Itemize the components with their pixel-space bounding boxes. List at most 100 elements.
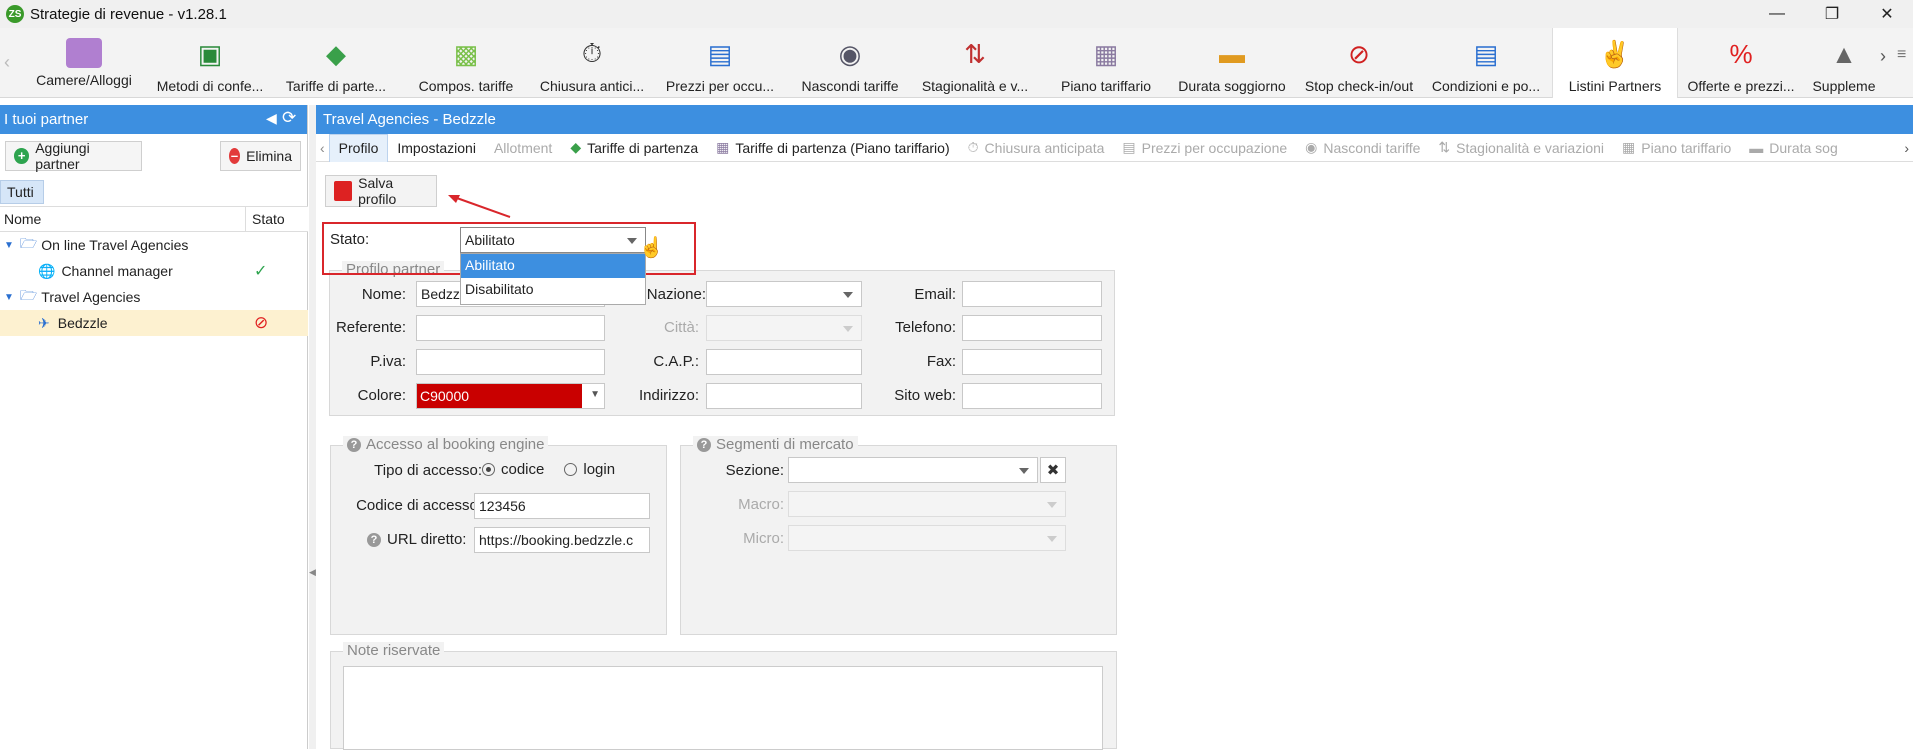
stopwatch-lock-icon: ⏱ bbox=[581, 38, 603, 68]
tab-tariffe-partenza[interactable]: ◆ Tariffe di partenza bbox=[561, 134, 707, 162]
plus-icon: + bbox=[14, 148, 30, 164]
toolbar-camere[interactable]: Camere/Alloggi bbox=[28, 28, 140, 98]
toolbar-stagionalita[interactable]: ⇅ Stagionalità e v... bbox=[918, 28, 1032, 98]
chevron-down-icon[interactable]: ▼ bbox=[590, 389, 600, 400]
tree-item-channel-manager[interactable]: 🌐 Channel manager ✓ bbox=[0, 258, 308, 284]
maximize-button[interactable]: ❐ bbox=[1804, 0, 1860, 28]
status-option-enabled[interactable]: Abilitato bbox=[461, 254, 645, 278]
radio-codice[interactable] bbox=[482, 463, 495, 476]
toolbar-piano-tariffario[interactable]: ▦ Piano tariffario bbox=[1050, 28, 1162, 98]
tree-group-travel-agencies[interactable]: ▼ 🗁 Travel Agencies bbox=[0, 284, 308, 310]
refresh-icon[interactable]: ⟳ bbox=[282, 108, 296, 128]
help-icon[interactable]: ? bbox=[697, 437, 711, 452]
address-field[interactable] bbox=[706, 383, 862, 409]
scroll-left-icon[interactable]: ‹ bbox=[4, 52, 10, 73]
fax-field[interactable] bbox=[962, 349, 1102, 375]
referente-label: Referente: bbox=[335, 319, 406, 336]
tab-tariffe-partenza-piano[interactable]: ▦ Tariffe di partenza (Piano tariffario) bbox=[707, 134, 959, 162]
save-disk-icon bbox=[334, 181, 353, 201]
expand-arrow-icon[interactable]: ▼ bbox=[4, 240, 14, 251]
nation-select[interactable] bbox=[706, 281, 862, 307]
macro-select[interactable] bbox=[788, 491, 1066, 517]
toolbar-stop-checkin[interactable]: ⊘ Stop check-in/out bbox=[1302, 28, 1416, 98]
tab-durata-soggiorno[interactable]: ▬ Durata sog bbox=[1740, 134, 1846, 162]
toolbar-listini-partners[interactable]: ✌ Listini Partners bbox=[1552, 28, 1678, 98]
website-label: Sito web: bbox=[894, 387, 956, 404]
tab-piano-tariffario[interactable]: ▦ Piano tariffario bbox=[1613, 134, 1740, 162]
tab-all[interactable]: Tutti bbox=[0, 180, 44, 204]
toolbar-chiusura[interactable]: ⏱ Chiusura antici... bbox=[536, 28, 648, 98]
notes-fieldset: Note riservate bbox=[330, 642, 1117, 750]
add-partner-button[interactable]: + Aggiungi partner bbox=[5, 140, 142, 172]
direct-url-field[interactable]: https://booking.bedzzle.c bbox=[474, 527, 650, 553]
minimize-button[interactable]: — bbox=[1749, 0, 1805, 28]
tab-impostazioni[interactable]: Impostazioni bbox=[388, 134, 485, 162]
status-option-disabled[interactable]: Disabilitato bbox=[461, 278, 645, 302]
tree-item-bedzzle[interactable]: ✈ Bedzzle ⊘ bbox=[0, 310, 308, 336]
access-code-field[interactable]: 123456 bbox=[474, 493, 650, 519]
save-profile-button[interactable]: Salva profilo bbox=[325, 175, 437, 207]
detail-tabs: ‹ Profilo Impostazioni Allotment ◆ Tariff… bbox=[316, 133, 1913, 162]
section-label: Sezione: bbox=[725, 462, 784, 479]
status-label: Stato: bbox=[330, 231, 370, 248]
tree-group-online[interactable]: ▼ 🗁 On line Travel Agencies bbox=[0, 232, 308, 258]
vat-field[interactable] bbox=[416, 349, 605, 375]
access-type-radios: codice login bbox=[482, 461, 615, 478]
ruler-calendar-icon: ▬ bbox=[1749, 139, 1764, 156]
tabs-scroll-left-icon[interactable]: ‹ bbox=[316, 140, 329, 156]
email-field[interactable] bbox=[962, 281, 1102, 307]
phone-field[interactable] bbox=[962, 315, 1102, 341]
tabs-scroll-right-icon[interactable]: › bbox=[1904, 140, 1909, 156]
toolbar-nascondi[interactable]: ◉ Nascondi tariffe bbox=[794, 28, 906, 98]
tab-profilo[interactable]: Profilo bbox=[328, 133, 389, 162]
money-icon: ▣ bbox=[197, 38, 223, 69]
status-select[interactable]: Abilitato bbox=[460, 227, 646, 253]
tab-chiusura-anticipata[interactable]: ⏱ Chiusura anticipata bbox=[959, 134, 1114, 162]
ruler-calendar-icon: ▬ bbox=[1219, 38, 1245, 69]
clear-section-icon[interactable]: ✖ bbox=[1040, 457, 1066, 483]
annotation-arrow bbox=[448, 195, 511, 218]
percent-badge-icon: % bbox=[1729, 38, 1753, 69]
toolbar-tariffe-partenza[interactable]: ◆ Tariffe di parte... bbox=[278, 28, 394, 98]
zip-field[interactable] bbox=[706, 349, 862, 375]
toolbar-compos-tariffe[interactable]: ▩ Compos. tariffe bbox=[410, 28, 522, 98]
micro-select[interactable] bbox=[788, 525, 1066, 551]
close-button[interactable]: ✕ bbox=[1859, 0, 1913, 28]
minus-icon: – bbox=[229, 148, 241, 164]
toolbar-prezzi-occupazione[interactable]: ▤ Prezzi per occu... bbox=[664, 28, 776, 98]
city-select[interactable] bbox=[706, 315, 862, 341]
grid-calendar-icon: ▦ bbox=[716, 139, 730, 155]
column-name-header[interactable]: Nome bbox=[0, 207, 246, 231]
collapse-icon[interactable]: ◀ bbox=[266, 110, 277, 127]
tab-stagionalita[interactable]: ⇅ Stagionalità e variazioni bbox=[1429, 134, 1613, 162]
toolbar-durata[interactable]: ▬ Durata soggiorno bbox=[1174, 28, 1290, 98]
section-select[interactable] bbox=[788, 457, 1038, 483]
help-icon[interactable]: ? bbox=[367, 532, 381, 547]
bar-chart-icon: ▤ bbox=[1122, 139, 1136, 155]
more-icon[interactable]: ≡ bbox=[1897, 46, 1906, 64]
color-picker[interactable]: C90000 ▼ bbox=[416, 383, 605, 409]
website-field[interactable] bbox=[962, 383, 1102, 409]
column-status-header[interactable]: Stato bbox=[246, 207, 291, 231]
tab-allotment[interactable]: Allotment bbox=[485, 134, 561, 162]
toolbar-offerte[interactable]: % Offerte e prezzi... bbox=[1684, 28, 1798, 98]
mouse-cursor-icon: ☝ bbox=[639, 237, 664, 259]
expand-arrow-icon[interactable]: ▼ bbox=[4, 292, 14, 303]
referente-field[interactable] bbox=[416, 315, 605, 341]
radio-login[interactable] bbox=[564, 463, 578, 476]
delete-partner-button[interactable]: – Elimina bbox=[220, 141, 301, 171]
tab-nascondi-tariffe[interactable]: ◉ Nascondi tariffe bbox=[1296, 134, 1429, 162]
folder-icon: 🗁 bbox=[19, 287, 38, 303]
splitter[interactable]: ◀ bbox=[309, 105, 316, 749]
toolbar-condizioni[interactable]: ▤ Condizioni e po... bbox=[1428, 28, 1544, 98]
tab-prezzi-occupazione[interactable]: ▤ Prezzi per occupazione bbox=[1113, 134, 1296, 162]
fax-label: Fax: bbox=[926, 353, 956, 370]
direct-url-label-group: ? URL diretto: bbox=[367, 531, 466, 548]
bell-icon: ▲ bbox=[1831, 38, 1857, 69]
toolbar-metodi[interactable]: ▣ Metodi di confe... bbox=[152, 28, 268, 98]
toolbar-supplementi[interactable]: ▲ Suppleme bbox=[1808, 28, 1880, 98]
scroll-right-icon[interactable]: › bbox=[1880, 46, 1886, 67]
splitter-arrow-icon[interactable]: ◀ bbox=[309, 567, 316, 578]
notes-textarea[interactable] bbox=[343, 666, 1103, 750]
help-icon[interactable]: ? bbox=[347, 437, 361, 452]
